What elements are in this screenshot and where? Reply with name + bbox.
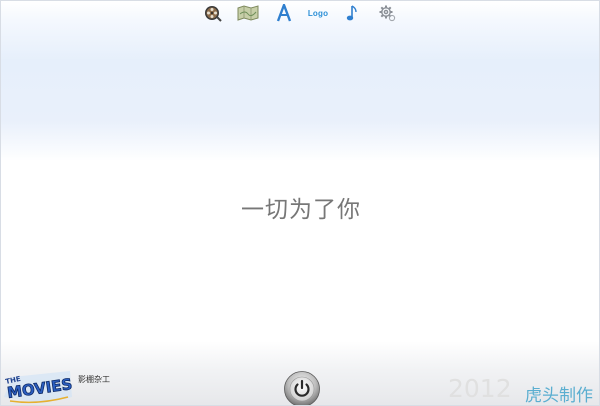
film-reel-icon <box>205 6 222 22</box>
year-watermark: 2012 <box>448 374 512 403</box>
map-image-button[interactable] <box>237 3 259 23</box>
settings-button[interactable] <box>377 3 397 23</box>
brand-logo: THE MOVIES <box>2 367 74 405</box>
the-movies-logo: THE MOVIES <box>4 371 74 404</box>
power-button[interactable] <box>283 369 321 405</box>
slogan-text: 一切为了你 <box>241 197 361 223</box>
credit-text: 虎头制作 <box>525 386 593 406</box>
film-reel-button[interactable] <box>203 3 223 23</box>
app-window: Logo 一切为了你 THE MOVIES 影棚杂工 2012 虎头制作 <box>0 0 600 406</box>
top-toolbar: Logo <box>201 3 401 23</box>
power-icon <box>284 371 320 405</box>
settings-gear-icon <box>379 5 396 22</box>
brand-subtitle: 影棚杂工 <box>78 375 110 384</box>
music-button[interactable] <box>345 3 359 23</box>
logo-label: Logo <box>307 8 329 18</box>
font-button[interactable] <box>275 3 293 23</box>
music-note-icon <box>346 5 357 21</box>
font-letter-icon <box>276 4 292 22</box>
logo-button[interactable]: Logo <box>307 3 329 23</box>
map-image-icon <box>237 5 259 21</box>
